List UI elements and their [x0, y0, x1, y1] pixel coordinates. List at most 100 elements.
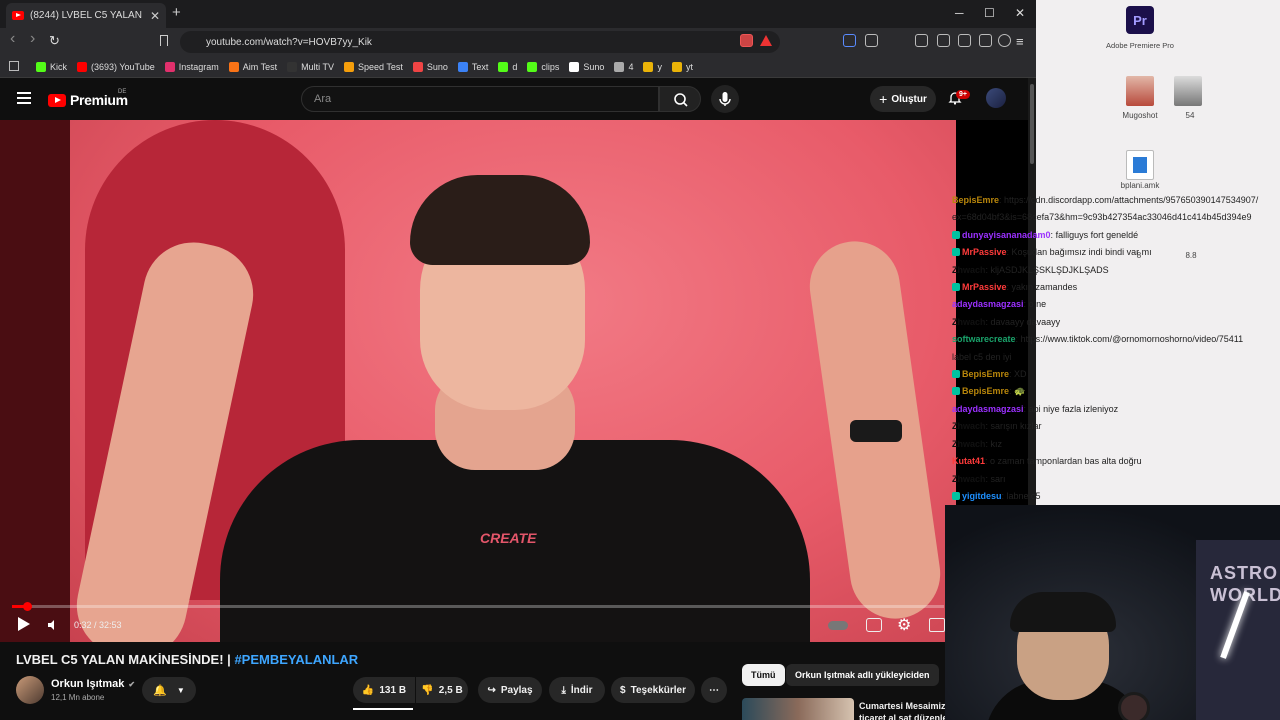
premiere-pro-icon[interactable]: Pr: [1126, 6, 1154, 34]
account-avatar[interactable]: [986, 88, 1006, 108]
subscriber-badge-icon: [952, 248, 960, 257]
chat-username[interactable]: MrPassive: [962, 282, 1007, 292]
menu-icon[interactable]: ≡: [1016, 34, 1024, 49]
bookmark-item[interactable]: Instagram: [164, 61, 219, 72]
chip-channel-uploads[interactable]: Orkun Işıtmak adlı yükleyiciden: [786, 664, 939, 686]
address-bar[interactable]: youtube.com/watch?v=HOVB7yy_Kik: [180, 31, 780, 53]
minimize-button[interactable]: ─: [955, 6, 964, 20]
bookmark-item[interactable]: 4: [614, 61, 633, 72]
watch-file-icon[interactable]: [1174, 76, 1202, 106]
brave-shield-icon[interactable]: [740, 34, 753, 47]
bookmark-item[interactable]: yt: [671, 61, 693, 72]
voice-search-button[interactable]: [711, 85, 739, 113]
chat-username[interactable]: softwarecreate: [952, 334, 1016, 344]
bookmark-icon[interactable]: [160, 35, 168, 46]
chat-message: MrPassive: Koşudan bağımsız indi bindi v…: [952, 244, 1280, 261]
chat-username[interactable]: dunyayisananadam0: [962, 230, 1051, 240]
download-button[interactable]: ⤓ İndir: [549, 677, 605, 703]
vpn-icon[interactable]: [998, 34, 1011, 47]
bookmark-item[interactable]: Suno: [412, 61, 448, 72]
dislike-button[interactable]: 👎 2,5 B: [416, 677, 468, 703]
close-window-button[interactable]: ✕: [1015, 6, 1025, 20]
chat-username[interactable]: Zhwach: [952, 265, 986, 275]
share-button[interactable]: ↪ Paylaş: [478, 677, 542, 703]
chat-username[interactable]: adaydasmagzasi: [952, 299, 1024, 309]
bookmark-item[interactable]: Speed Test: [343, 61, 403, 72]
bookmark-item[interactable]: Text: [457, 61, 488, 72]
bookmark-item[interactable]: clips: [527, 61, 559, 72]
maximize-button[interactable]: ☐: [984, 6, 995, 20]
chat-username[interactable]: Zhwach: [952, 421, 986, 431]
wallet-icon[interactable]: [958, 34, 971, 47]
chat-username[interactable]: Zhwach: [952, 317, 986, 327]
chat-username[interactable]: BepisEmre: [952, 195, 999, 205]
new-tab-button[interactable]: +: [172, 4, 181, 21]
hashtag-link[interactable]: #PEMBEYALANLAR: [234, 652, 358, 667]
chat-username[interactable]: Zhwach: [952, 474, 986, 484]
chat-username[interactable]: MrPassive: [962, 247, 1007, 257]
more-actions-button[interactable]: ⋯: [701, 677, 727, 703]
channel-name[interactable]: Orkun Işıtmak ✔: [51, 678, 135, 690]
like-button[interactable]: 👍 131 B: [353, 677, 415, 703]
volume-icon[interactable]: [47, 619, 59, 631]
chat-username[interactable]: BepisEmre: [962, 369, 1009, 379]
chat-username[interactable]: Zhwach: [952, 439, 986, 449]
autoplay-toggle[interactable]: [828, 621, 848, 630]
create-button[interactable]: + Oluştur: [870, 86, 936, 112]
progress-scrubber[interactable]: [22, 602, 32, 611]
thumbs-up-icon: 👍: [361, 684, 375, 696]
channel-avatar[interactable]: [16, 676, 44, 704]
text-file-icon[interactable]: [1126, 150, 1154, 180]
bookmark-item[interactable]: Multi TV: [287, 61, 334, 72]
forward-button[interactable]: ›: [30, 30, 35, 48]
hamburger-menu-icon[interactable]: [17, 92, 31, 104]
chat-message: softwarecreate: https://www.tiktok.com/@…: [952, 331, 1280, 348]
bookmark-item[interactable]: Suno: [569, 61, 605, 72]
scrollbar-thumb[interactable]: [1030, 84, 1034, 164]
person-hair: [410, 175, 590, 265]
back-button[interactable]: ‹: [10, 30, 15, 48]
bookmark-item[interactable]: d: [498, 61, 517, 72]
bookmark-favicon-icon: [614, 61, 625, 72]
reload-button[interactable]: ↻: [49, 33, 60, 49]
chat-message: Zhwach: sarışın kızlar: [952, 418, 1280, 435]
extension-icon[interactable]: [843, 34, 856, 47]
chat-username[interactable]: yigitdesu: [962, 491, 1002, 501]
recommended-video-title[interactable]: Cumartesi Mesaimiz ticaret al sat düzenl…: [859, 700, 949, 720]
brave-rewards-icon[interactable]: [760, 35, 772, 46]
thanks-button[interactable]: $ Teşekkürler: [611, 677, 695, 703]
subtitles-icon[interactable]: [866, 618, 882, 632]
subscription-bell-button[interactable]: 🔔 ▼: [142, 677, 196, 703]
bookmark-item[interactable]: Kick: [36, 61, 67, 72]
progress-bar[interactable]: [12, 605, 944, 608]
chat-text: label c5 den iyi: [952, 351, 1012, 362]
active-tab[interactable]: (8244) LVBEL C5 YALAN MAKİNE ✕: [6, 3, 166, 28]
recommended-video-thumbnail[interactable]: [742, 698, 854, 720]
chat-text: XD: [1014, 369, 1027, 380]
video-player[interactable]: CREATE: [0, 120, 1028, 642]
bookmark-item[interactable]: (3693) YouTube: [77, 61, 155, 72]
play-icon[interactable]: [18, 617, 30, 631]
chat-username[interactable]: BepisEmre: [962, 386, 1009, 396]
bookmark-item[interactable]: Aim Test: [228, 61, 277, 72]
search-input[interactable]: Ara: [301, 86, 659, 112]
apps-grid-icon[interactable]: [9, 61, 19, 71]
settings-gear-icon[interactable]: ⚙: [897, 615, 911, 635]
chat-username[interactable]: adaydasmagzasi: [952, 404, 1024, 414]
video-frame[interactable]: CREATE: [70, 120, 956, 642]
extensions-puzzle-icon[interactable]: [865, 34, 878, 47]
bookmark-item[interactable]: y: [643, 61, 662, 72]
mugoshot-label: Mugoshot: [1122, 111, 1158, 120]
chip-all[interactable]: Tümü: [742, 664, 785, 686]
chat-username[interactable]: Kutat41: [952, 456, 985, 466]
channel-name-text: Orkun Işıtmak: [51, 678, 125, 690]
miniplayer-icon[interactable]: [929, 618, 945, 632]
music-icon[interactable]: [937, 34, 950, 47]
tab-close-icon[interactable]: ✕: [150, 9, 160, 23]
bookmark-label: Suno: [583, 61, 605, 72]
mugoshot-file-icon[interactable]: [1126, 76, 1154, 106]
download-icon[interactable]: [915, 34, 928, 47]
search-button[interactable]: [659, 86, 701, 112]
leo-ai-icon[interactable]: [979, 34, 992, 47]
youtube-premium-logo[interactable]: Premium: [48, 92, 128, 108]
